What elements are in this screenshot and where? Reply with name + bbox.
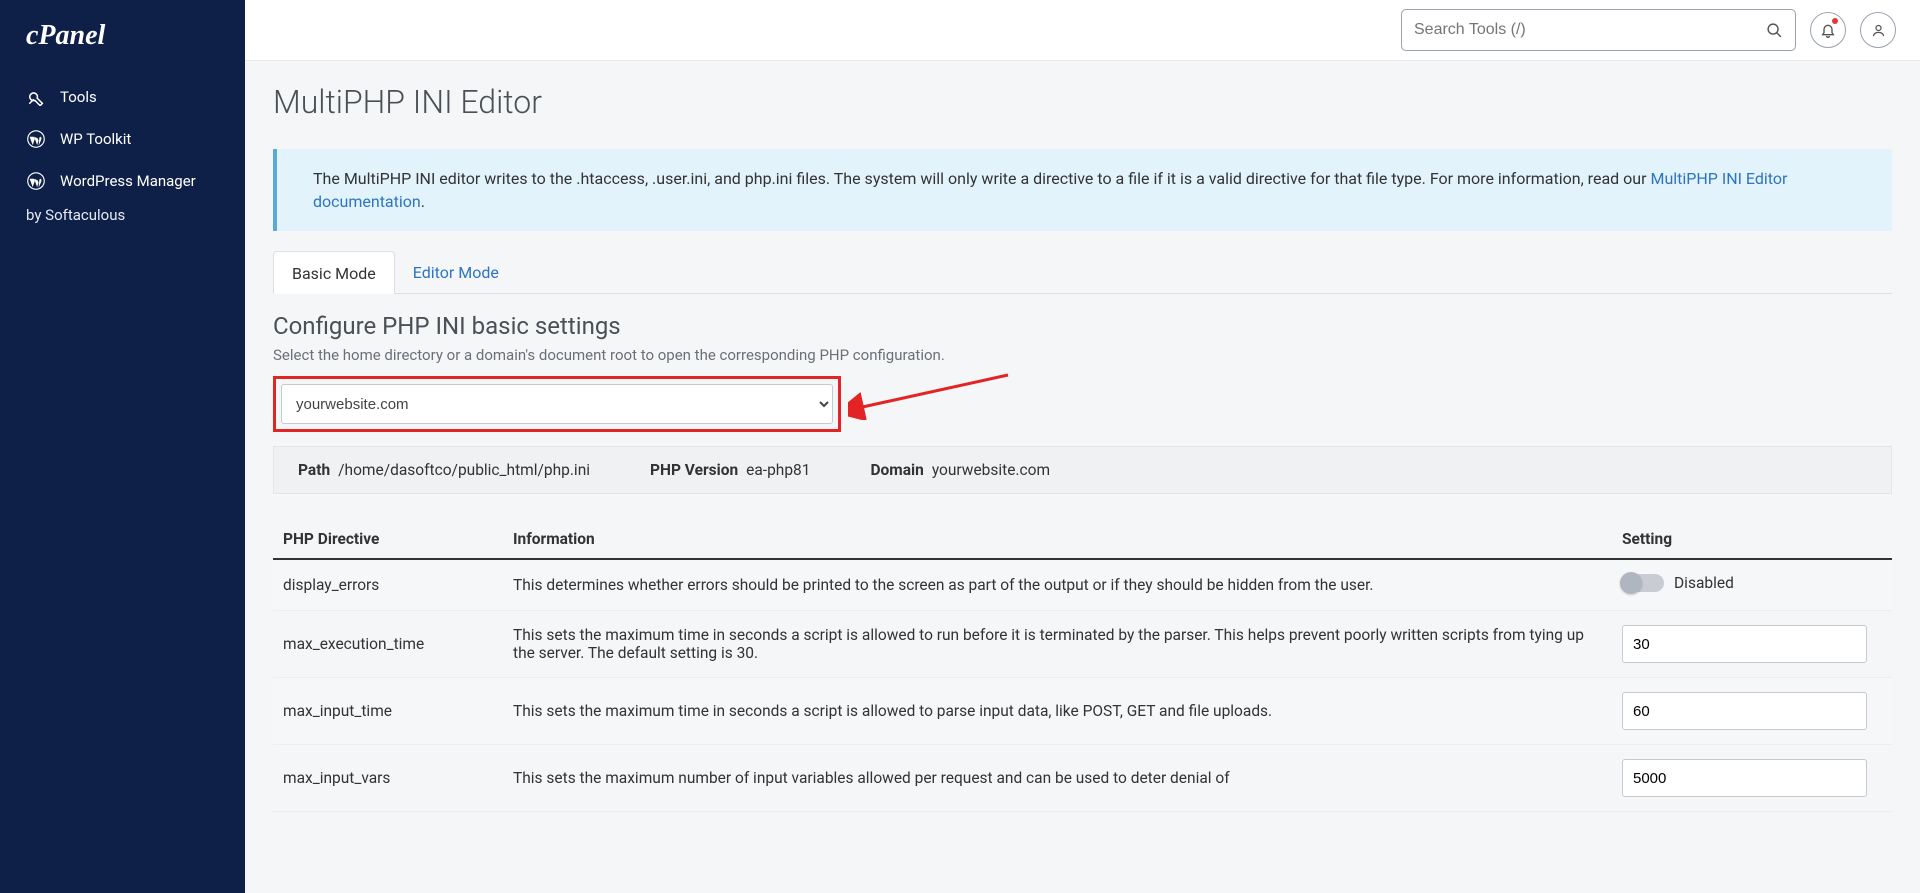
table-row: display_errors This determines whether e…: [273, 559, 1892, 611]
config-summary-bar: Path/home/dasoftco/public_html/php.ini P…: [273, 446, 1892, 494]
brand-text: cPanel: [26, 20, 105, 52]
sidebar-item-label: WP Toolkit: [60, 130, 131, 148]
setting-toggle[interactable]: Disabled: [1622, 574, 1734, 592]
sidebar: cPanel Tools WP Toolkit WordPress Manage…: [0, 0, 245, 893]
section-subtitle: Select the home directory or a domain's …: [273, 346, 1892, 364]
toggle-label: Disabled: [1674, 574, 1734, 592]
sidebar-item-wptoolkit[interactable]: WP Toolkit: [0, 118, 245, 160]
setting-input[interactable]: [1622, 759, 1867, 797]
wordpress-icon: [26, 130, 46, 148]
topbar: [245, 0, 1920, 61]
directive-name: max_execution_time: [273, 611, 503, 678]
annotation-arrow: [848, 370, 1018, 420]
page-title: MultiPHP INI Editor: [273, 83, 1892, 121]
th-setting: Setting: [1612, 518, 1892, 559]
domain-select-highlight: yourwebsite.com: [273, 376, 841, 432]
path-value: /home/dasoftco/public_html/php.ini: [338, 461, 590, 479]
info-text-2: .: [421, 192, 425, 211]
phpver-label: PHP Version: [650, 461, 738, 479]
domain-select[interactable]: yourwebsite.com: [281, 384, 833, 424]
search-box[interactable]: [1401, 9, 1796, 51]
tab-basic-mode[interactable]: Basic Mode: [273, 251, 395, 294]
section-title: Configure PHP INI basic settings: [273, 312, 1892, 340]
directive-name: display_errors: [273, 559, 503, 611]
directive-info: This sets the maximum number of input va…: [503, 745, 1612, 812]
wordpress-icon: [26, 172, 46, 190]
search-input[interactable]: [1414, 21, 1766, 39]
directive-info: This sets the maximum time in seconds a …: [503, 611, 1612, 678]
toggle-knob: [1620, 572, 1642, 594]
path-label: Path: [298, 461, 330, 479]
table-row: max_execution_time This sets the maximum…: [273, 611, 1892, 678]
sidebar-item-tools[interactable]: Tools: [0, 76, 245, 118]
sidebar-item-label: Tools: [60, 88, 97, 106]
domain-value: yourwebsite.com: [932, 461, 1050, 479]
setting-input[interactable]: [1622, 692, 1867, 730]
bell-icon: [1820, 22, 1836, 38]
tab-bar: Basic Mode Editor Mode: [273, 251, 1892, 294]
directive-name: max_input_vars: [273, 745, 503, 812]
th-information: Information: [503, 518, 1612, 559]
tools-icon: [26, 88, 46, 106]
user-icon: [1871, 23, 1886, 38]
table-row: max_input_vars This sets the maximum num…: [273, 745, 1892, 812]
notifications-button[interactable]: [1810, 12, 1846, 48]
directive-info: This sets the maximum time in seconds a …: [503, 678, 1612, 745]
directive-name: max_input_time: [273, 678, 503, 745]
table-row: max_input_time This sets the maximum tim…: [273, 678, 1892, 745]
directive-info: This determines whether errors should be…: [503, 559, 1612, 611]
info-text: The MultiPHP INI editor writes to the .h…: [313, 169, 1650, 188]
brand-logo[interactable]: cPanel: [0, 20, 245, 76]
notification-dot: [1832, 18, 1838, 24]
info-banner: The MultiPHP INI editor writes to the .h…: [273, 149, 1892, 231]
domain-label: Domain: [870, 461, 923, 479]
toggle-track[interactable]: [1622, 574, 1664, 592]
th-directive: PHP Directive: [273, 518, 503, 559]
setting-input[interactable]: [1622, 625, 1867, 663]
search-icon[interactable]: [1766, 22, 1783, 39]
sidebar-item-label: WordPress Manager: [60, 172, 196, 190]
phpver-value: ea-php81: [746, 461, 810, 479]
php-directives-table: PHP Directive Information Setting displa…: [273, 518, 1892, 812]
sidebar-subline: by Softaculous: [0, 202, 245, 236]
sidebar-item-wpmanager[interactable]: WordPress Manager: [0, 160, 245, 202]
user-button[interactable]: [1860, 12, 1896, 48]
tab-editor-mode[interactable]: Editor Mode: [395, 251, 517, 293]
